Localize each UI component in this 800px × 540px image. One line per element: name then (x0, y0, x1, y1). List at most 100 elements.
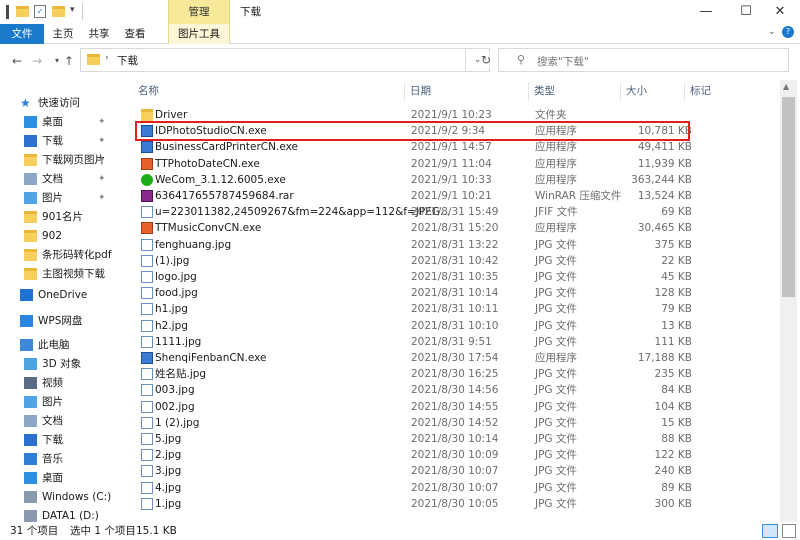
sidebar-item-label: 图片 (42, 192, 63, 204)
file-row[interactable]: ShenqiFenbanCN.exe 2021/8/30 17:54 应用程序 17,… (134, 350, 780, 366)
tab-home[interactable]: 主页 (48, 24, 78, 44)
sidebar-item-2[interactable]: 下载 ✦ (0, 132, 122, 151)
file-row[interactable]: (1).jpg 2021/8/31 10:42 JPG 文件 22 KB (134, 253, 780, 269)
file-row[interactable]: 1 (2).jpg 2021/8/30 14:52 JPG 文件 15 KB (134, 415, 780, 431)
file-row[interactable]: u=223011382,24509267&fm=224&app=112&f=JP… (134, 204, 780, 220)
sidebar-item-5[interactable]: 图片 ✦ (0, 189, 122, 208)
file-name: IDPhotoStudioCN.exe (155, 125, 267, 138)
close-button[interactable]: ✕ (760, 0, 800, 24)
file-row[interactable]: Driver 2021/9/1 10:23 文件夹 (134, 107, 780, 123)
address-bar[interactable]: › 下载 (80, 48, 466, 72)
sidebar-item-label: OneDrive (38, 289, 88, 301)
large-icons-view-icon[interactable] (782, 524, 796, 538)
file-row[interactable]: h1.jpg 2021/8/31 10:11 JPG 文件 79 KB (134, 301, 780, 317)
file-type: 应用程序 (535, 125, 577, 138)
up-arrow-icon[interactable]: ↑ (62, 53, 76, 69)
file-row[interactable]: 1111.jpg 2021/8/31 9:51 JPG 文件 111 KB (134, 334, 780, 350)
folder-icon (24, 230, 37, 242)
column-header-name[interactable]: 名称 (138, 80, 159, 102)
sidebar-item-11[interactable]: WPS网盘 (0, 312, 122, 331)
file-row[interactable]: h2.jpg 2021/8/31 10:10 JPG 文件 13 KB (134, 318, 780, 334)
file-date: 2021/8/30 14:52 (411, 416, 499, 429)
back-arrow-icon[interactable]: ← (10, 53, 24, 69)
file-row[interactable]: 002.jpg 2021/8/30 14:55 JPG 文件 104 KB (134, 399, 780, 415)
file-row[interactable]: TTMusicConvCN.exe 2021/8/31 15:20 应用程序 30,4… (134, 220, 780, 236)
properties-icon[interactable]: ✓ (34, 5, 46, 18)
sidebar-item-4[interactable]: 文档 ✦ (0, 170, 122, 189)
folder-icon[interactable] (16, 5, 29, 18)
sidebar-item-7[interactable]: 902 (0, 227, 122, 246)
scrollbar-thumb[interactable] (782, 97, 795, 297)
tab-file[interactable]: 文件 (0, 24, 44, 44)
file-type: JFIF 文件 (535, 206, 578, 219)
column-header-size[interactable]: 大小 (626, 80, 647, 102)
sidebar-item-20[interactable]: Windows (C:) (0, 488, 122, 507)
file-size: 84 KB (661, 384, 692, 397)
file-row[interactable]: fenghuang.jpg 2021/8/31 13:22 JPG 文件 375 KB (134, 237, 780, 253)
sidebar-item-14[interactable]: 视频 (0, 374, 122, 393)
sidebar-item-18[interactable]: 音乐 (0, 450, 122, 469)
expand-ribbon-icon[interactable]: ⌄ (768, 27, 776, 37)
file-type: 应用程序 (535, 141, 577, 154)
details-view-icon[interactable] (762, 524, 778, 538)
file-size: 89 KB (661, 481, 692, 494)
sidebar-item-6[interactable]: 901名片 (0, 208, 122, 227)
file-row[interactable]: IDPhotoStudioCN.exe 2021/9/2 9:34 应用程序 10,7… (134, 123, 780, 139)
pin-icon[interactable]: ✦ (98, 151, 106, 170)
sidebar-item-10[interactable]: OneDrive (0, 286, 122, 305)
file-row[interactable]: 姓名贴.jpg 2021/8/30 16:25 JPG 文件 235 KB (134, 366, 780, 382)
pin-icon[interactable]: ✦ (98, 132, 106, 151)
search-box[interactable]: ⚲ 搜索"下载" (498, 48, 789, 72)
sidebar-item-0[interactable]: ★ 快速访问 (0, 94, 122, 113)
sidebar-item-9[interactable]: 主图视频下载 (0, 265, 122, 284)
file-row[interactable]: 003.jpg 2021/8/30 14:56 JPG 文件 84 KB (134, 382, 780, 398)
customize-quick-access-icon[interactable]: ▾ (70, 5, 75, 15)
file-row[interactable]: TTPhotoDateCN.exe 2021/9/1 11:04 应用程序 11,93… (134, 156, 780, 172)
address-path[interactable]: 下载 (117, 53, 138, 68)
sidebar-item-8[interactable]: 条形码转化pdf (0, 246, 122, 265)
pin-icon[interactable]: ✦ (98, 189, 106, 208)
sidebar-item-17[interactable]: 下载 (0, 431, 122, 450)
tab-view[interactable]: 查看 (120, 24, 150, 44)
tab-picture-tools[interactable]: 图片工具 (170, 24, 228, 44)
selection-size: 15.1 KB (136, 525, 177, 537)
file-row[interactable]: 5.jpg 2021/8/30 10:14 JPG 文件 88 KB (134, 431, 780, 447)
new-folder-icon[interactable] (52, 5, 65, 18)
sidebar-item-16[interactable]: 文档 (0, 412, 122, 431)
file-row[interactable]: logo.jpg 2021/8/31 10:35 JPG 文件 45 KB (134, 269, 780, 285)
sidebar-item-label: 快速访问 (38, 97, 80, 109)
sidebar-item-13[interactable]: 3D 对象 (0, 355, 122, 374)
pin-icon[interactable]: ✦ (98, 170, 106, 189)
minimize-button[interactable]: — (686, 0, 726, 24)
column-header-tag[interactable]: 标记 (690, 80, 711, 102)
sidebar-item-12[interactable]: 此电脑 (0, 336, 122, 355)
file-row[interactable]: 3.jpg 2021/8/30 10:07 JPG 文件 240 KB (134, 463, 780, 479)
file-type: 应用程序 (535, 222, 577, 235)
column-header-type[interactable]: 类型 (534, 80, 555, 102)
scroll-up-icon[interactable]: ▲ (783, 82, 789, 91)
column-header-date[interactable]: 日期 (410, 80, 431, 102)
file-row[interactable]: WeCom_3.1.12.6005.exe 2021/9/1 10:33 应用程序 3… (134, 172, 780, 188)
app-icon (6, 5, 9, 19)
manage-context-tab[interactable]: 管理 (168, 0, 230, 24)
sidebar-item-19[interactable]: 桌面 (0, 469, 122, 488)
refresh-icon[interactable]: ↻ (474, 48, 498, 72)
file-row[interactable]: food.jpg 2021/8/31 10:14 JPG 文件 128 KB (134, 285, 780, 301)
item-count: 31 个项目 (10, 525, 59, 537)
sidebar-item-3[interactable]: 下载网页图片 ✦ (0, 151, 122, 170)
file-name: Driver (155, 109, 188, 121)
divider (404, 82, 405, 100)
sidebar-item-21[interactable]: DATA1 (D:) (0, 507, 122, 522)
forward-arrow-icon[interactable]: → (30, 53, 44, 69)
pin-icon[interactable]: ✦ (98, 113, 106, 132)
file-row[interactable]: BusinessCardPrinterCN.exe 2021/9/1 14:57 应… (134, 139, 780, 155)
tab-share[interactable]: 共享 (84, 24, 114, 44)
help-icon[interactable]: ? (782, 26, 794, 38)
file-row[interactable]: 1.jpg 2021/8/30 10:05 JPG 文件 300 KB (134, 496, 780, 512)
sidebar-item-15[interactable]: 图片 (0, 393, 122, 412)
file-row[interactable]: 636417655787459684.rar 2021/9/1 10:21 WinR… (134, 188, 780, 204)
file-row[interactable]: 4.jpg 2021/8/30 10:07 JPG 文件 89 KB (134, 480, 780, 496)
file-name: logo.jpg (155, 271, 197, 283)
file-row[interactable]: 2.jpg 2021/8/30 10:09 JPG 文件 122 KB (134, 447, 780, 463)
sidebar-item-1[interactable]: 桌面 ✦ (0, 113, 122, 132)
